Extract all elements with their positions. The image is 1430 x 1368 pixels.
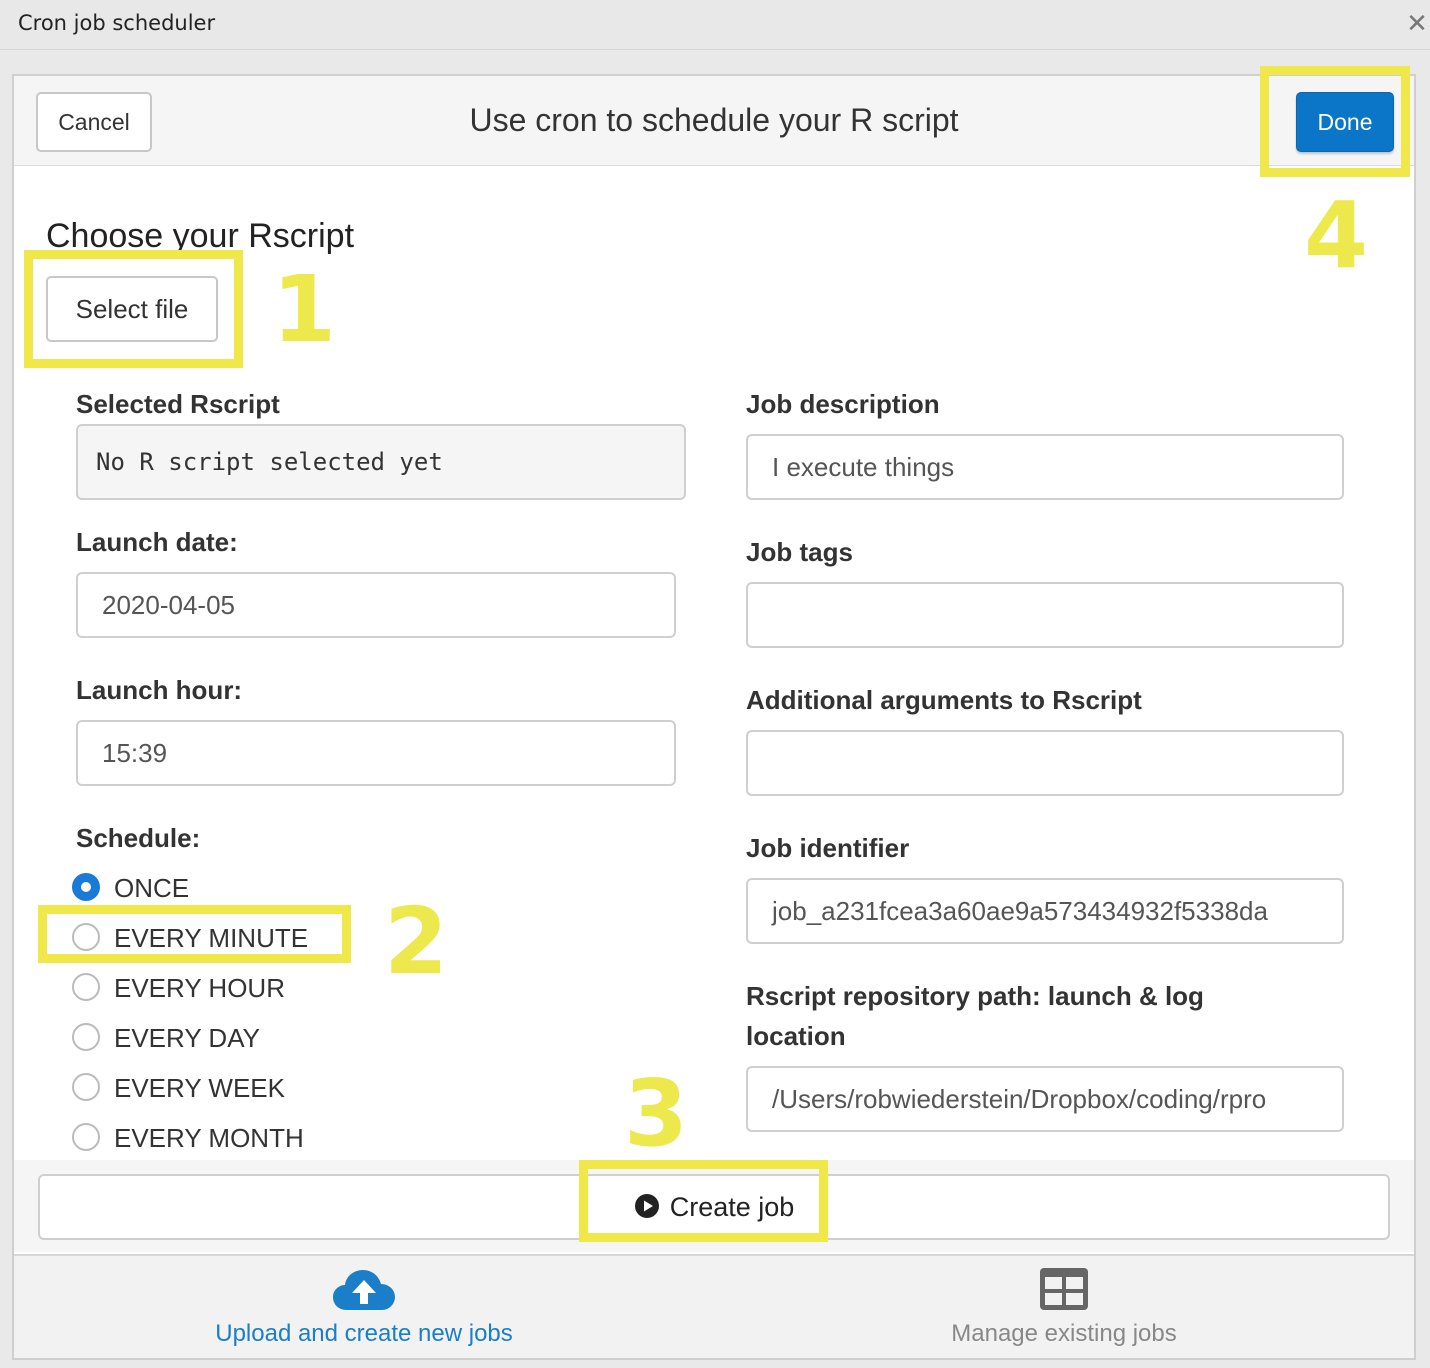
annotation-box-done: [1260, 66, 1410, 177]
selected-rscript-field: No R script selected yet: [76, 424, 686, 500]
repository-path-input[interactable]: /Users/robwiederstein/Dropbox/coding/rpr…: [746, 1066, 1344, 1132]
annotation-box-select-file: [24, 250, 243, 368]
window-title: Cron job scheduler: [18, 11, 216, 35]
nav-upload-create[interactable]: Upload and create new jobs: [14, 1256, 714, 1360]
annotation-box-every-minute: [38, 905, 351, 963]
schedule-option-label: ONCE: [114, 873, 190, 903]
schedule-option-label: EVERY DAY: [114, 1023, 260, 1053]
repository-path-label: Rscript repository path: launch & log: [746, 981, 1204, 1011]
dialog-header: Cancel Use cron to schedule your R scrip…: [14, 76, 1414, 166]
annotation-number-1: 1: [272, 256, 337, 363]
selected-rscript-label: Selected Rscript: [76, 389, 280, 419]
nav-manage-label: Manage existing jobs: [951, 1320, 1177, 1347]
launch-hour-label: Launch hour:: [76, 675, 243, 705]
table-icon: [1040, 1268, 1088, 1310]
job-identifier-label: Job identifier: [746, 833, 910, 863]
bottom-nav: Upload and create new jobs Manage existi…: [14, 1254, 1414, 1358]
job-tags-label: Job tags: [746, 537, 853, 567]
schedule-label: Schedule:: [76, 823, 201, 853]
annotation-number-2: 2: [384, 888, 449, 995]
nav-manage-jobs[interactable]: Manage existing jobs: [714, 1256, 1414, 1360]
radio-checked-icon[interactable]: [72, 873, 100, 901]
radio-unchecked-icon[interactable]: [72, 1073, 100, 1101]
dialog-heading: Use cron to schedule your R script: [469, 102, 959, 138]
job-tags-input[interactable]: [746, 582, 1344, 648]
schedule-option-label: EVERY MONTH: [114, 1123, 304, 1153]
launch-hour-input[interactable]: 15:39: [76, 720, 676, 786]
launch-date-input[interactable]: 2020-04-05: [76, 572, 676, 638]
additional-args-label: Additional arguments to Rscript: [746, 685, 1142, 715]
schedule-option-label: EVERY WEEK: [114, 1073, 285, 1103]
radio-unchecked-icon[interactable]: [72, 1123, 100, 1151]
launch-date-label: Launch date:: [76, 527, 238, 557]
annotation-box-create-job: [579, 1160, 828, 1242]
schedule-option-label: EVERY HOUR: [114, 973, 285, 1003]
cloud-upload-icon: [333, 1270, 395, 1310]
job-description-input[interactable]: I execute things: [746, 434, 1344, 500]
annotation-number-4: 4: [1304, 182, 1369, 289]
repository-path-label-continued: location: [746, 1021, 846, 1051]
nav-upload-label: Upload and create new jobs: [215, 1320, 513, 1347]
radio-unchecked-icon[interactable]: [72, 973, 100, 1001]
close-icon[interactable]: ✕: [1404, 10, 1430, 38]
additional-args-input[interactable]: [746, 730, 1344, 796]
annotation-number-3: 3: [624, 1060, 689, 1167]
window-titlebar: Cron job scheduler ✕: [0, 0, 1430, 50]
job-description-label: Job description: [746, 389, 940, 419]
radio-unchecked-icon[interactable]: [72, 1023, 100, 1051]
job-identifier-input[interactable]: job_a231fcea3a60ae9a573434932f5338da: [746, 878, 1344, 944]
